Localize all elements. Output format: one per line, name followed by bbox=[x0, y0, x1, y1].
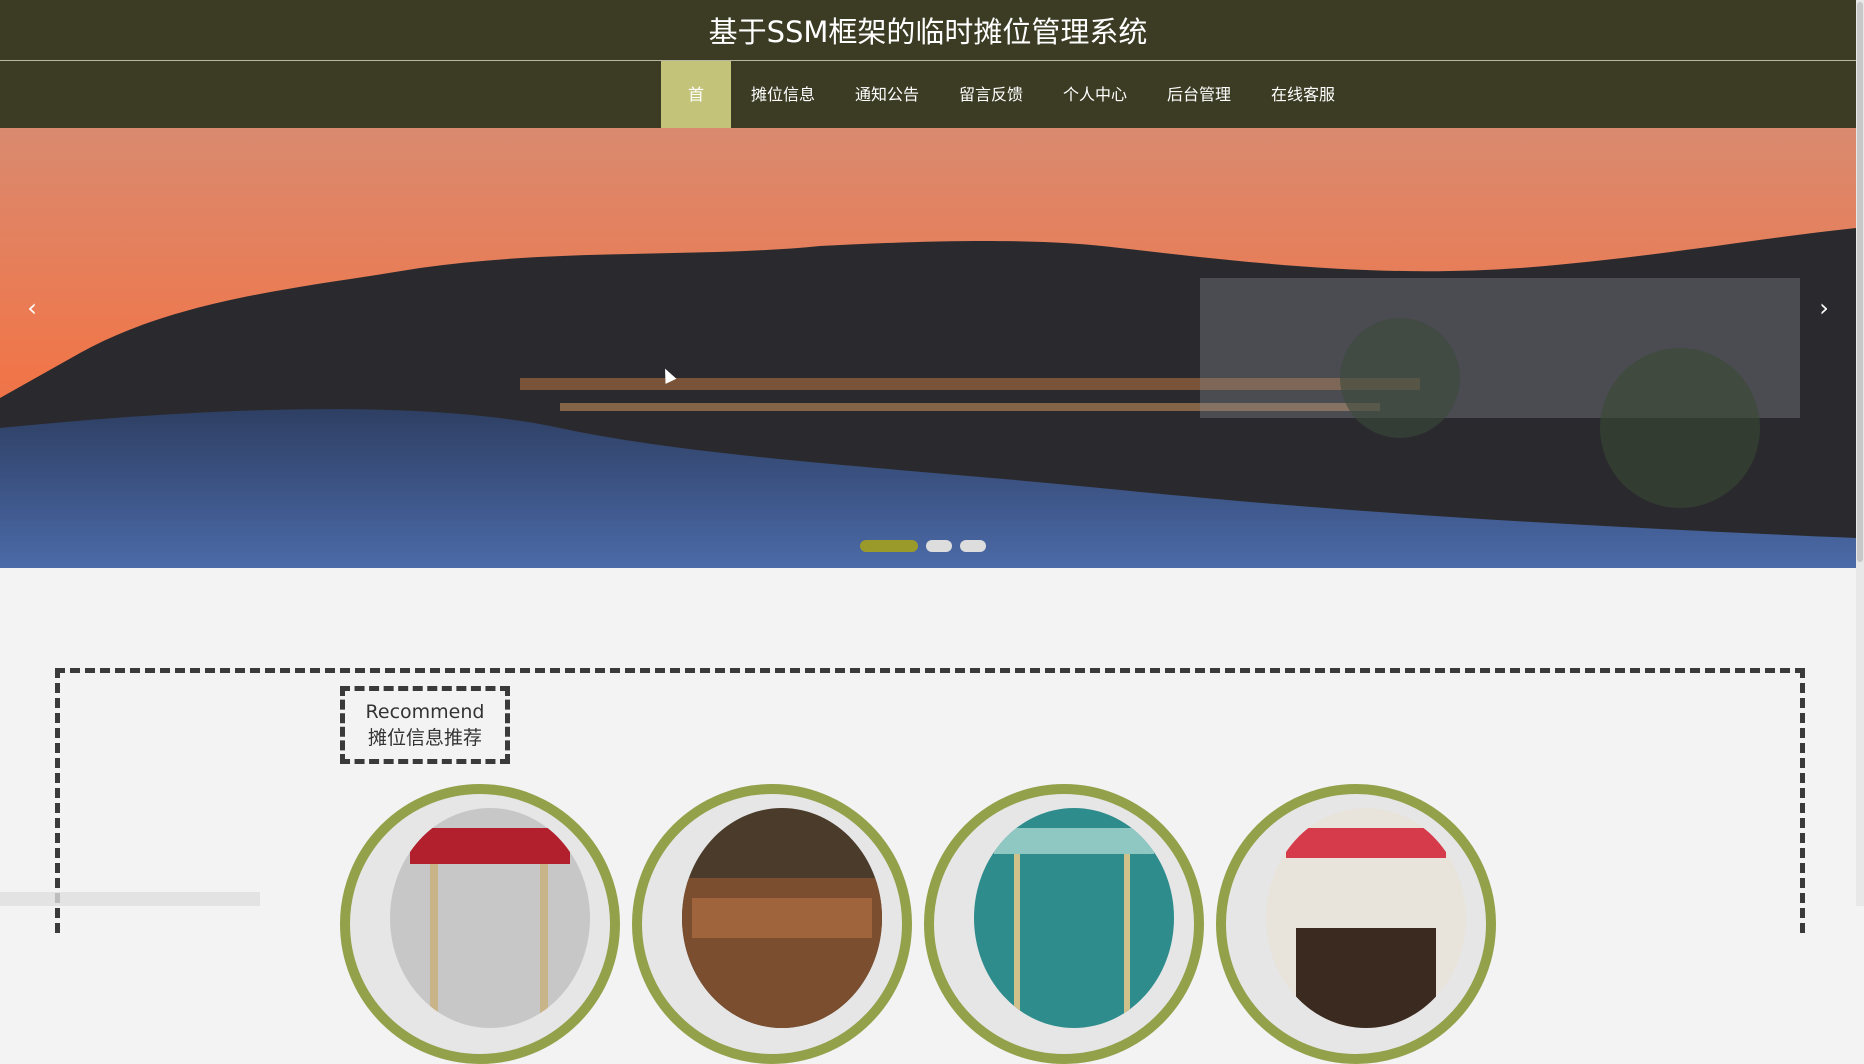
carousel-prev-button[interactable]: ‹ bbox=[12, 288, 52, 328]
page-scrollbar[interactable] bbox=[1856, 0, 1864, 906]
nav-item-notices[interactable]: 通知公告 bbox=[835, 61, 939, 128]
nav-list: 首页 摊位信息 通知公告 留言反馈 个人中心 后台管理 在线客服 bbox=[660, 61, 1355, 171]
stall-image-2 bbox=[682, 808, 882, 1028]
carousel-indicators bbox=[860, 540, 986, 552]
recommend-title: Recommend 摊位信息推荐 bbox=[340, 686, 510, 764]
carousel-next-button[interactable]: › bbox=[1804, 288, 1844, 328]
site-title: 基于SSM框架的临时摊位管理系统 bbox=[708, 15, 1148, 49]
status-strip bbox=[0, 892, 260, 906]
stall-card-1[interactable] bbox=[340, 784, 620, 1064]
chevron-left-icon: ‹ bbox=[27, 294, 37, 322]
nav-item-profile[interactable]: 个人中心 bbox=[1043, 61, 1147, 128]
nav-item-home[interactable]: 首页 bbox=[660, 61, 731, 171]
nav-item-feedback[interactable]: 留言反馈 bbox=[939, 61, 1043, 128]
stall-card-4[interactable] bbox=[1216, 784, 1496, 1064]
stall-card-3[interactable] bbox=[924, 784, 1204, 1064]
scrollbar-thumb[interactable] bbox=[1857, 2, 1863, 562]
chevron-right-icon: › bbox=[1819, 294, 1829, 322]
site-header: 基于SSM框架的临时摊位管理系统 bbox=[0, 0, 1856, 61]
stall-image-1 bbox=[390, 808, 590, 1028]
nav-item-stall-info[interactable]: 摊位信息 bbox=[731, 61, 835, 128]
carousel-dot-1[interactable] bbox=[860, 540, 918, 552]
carousel-dot-2[interactable] bbox=[926, 540, 952, 552]
nav-item-support[interactable]: 在线客服 bbox=[1251, 61, 1355, 128]
recommend-title-cn: 摊位信息推荐 bbox=[367, 727, 482, 749]
hero-carousel[interactable]: ‹ › bbox=[0, 128, 1856, 568]
banner-image bbox=[0, 128, 1856, 568]
main-nav: 首页 摊位信息 通知公告 留言反馈 个人中心 后台管理 在线客服 bbox=[0, 61, 1856, 171]
nav-item-admin[interactable]: 后台管理 bbox=[1147, 61, 1251, 128]
stall-image-3 bbox=[974, 808, 1174, 1028]
stall-card-2[interactable] bbox=[632, 784, 912, 1064]
recommend-title-en: Recommend bbox=[365, 701, 485, 723]
carousel-dot-3[interactable] bbox=[960, 540, 986, 552]
stall-image-4 bbox=[1266, 808, 1466, 1028]
